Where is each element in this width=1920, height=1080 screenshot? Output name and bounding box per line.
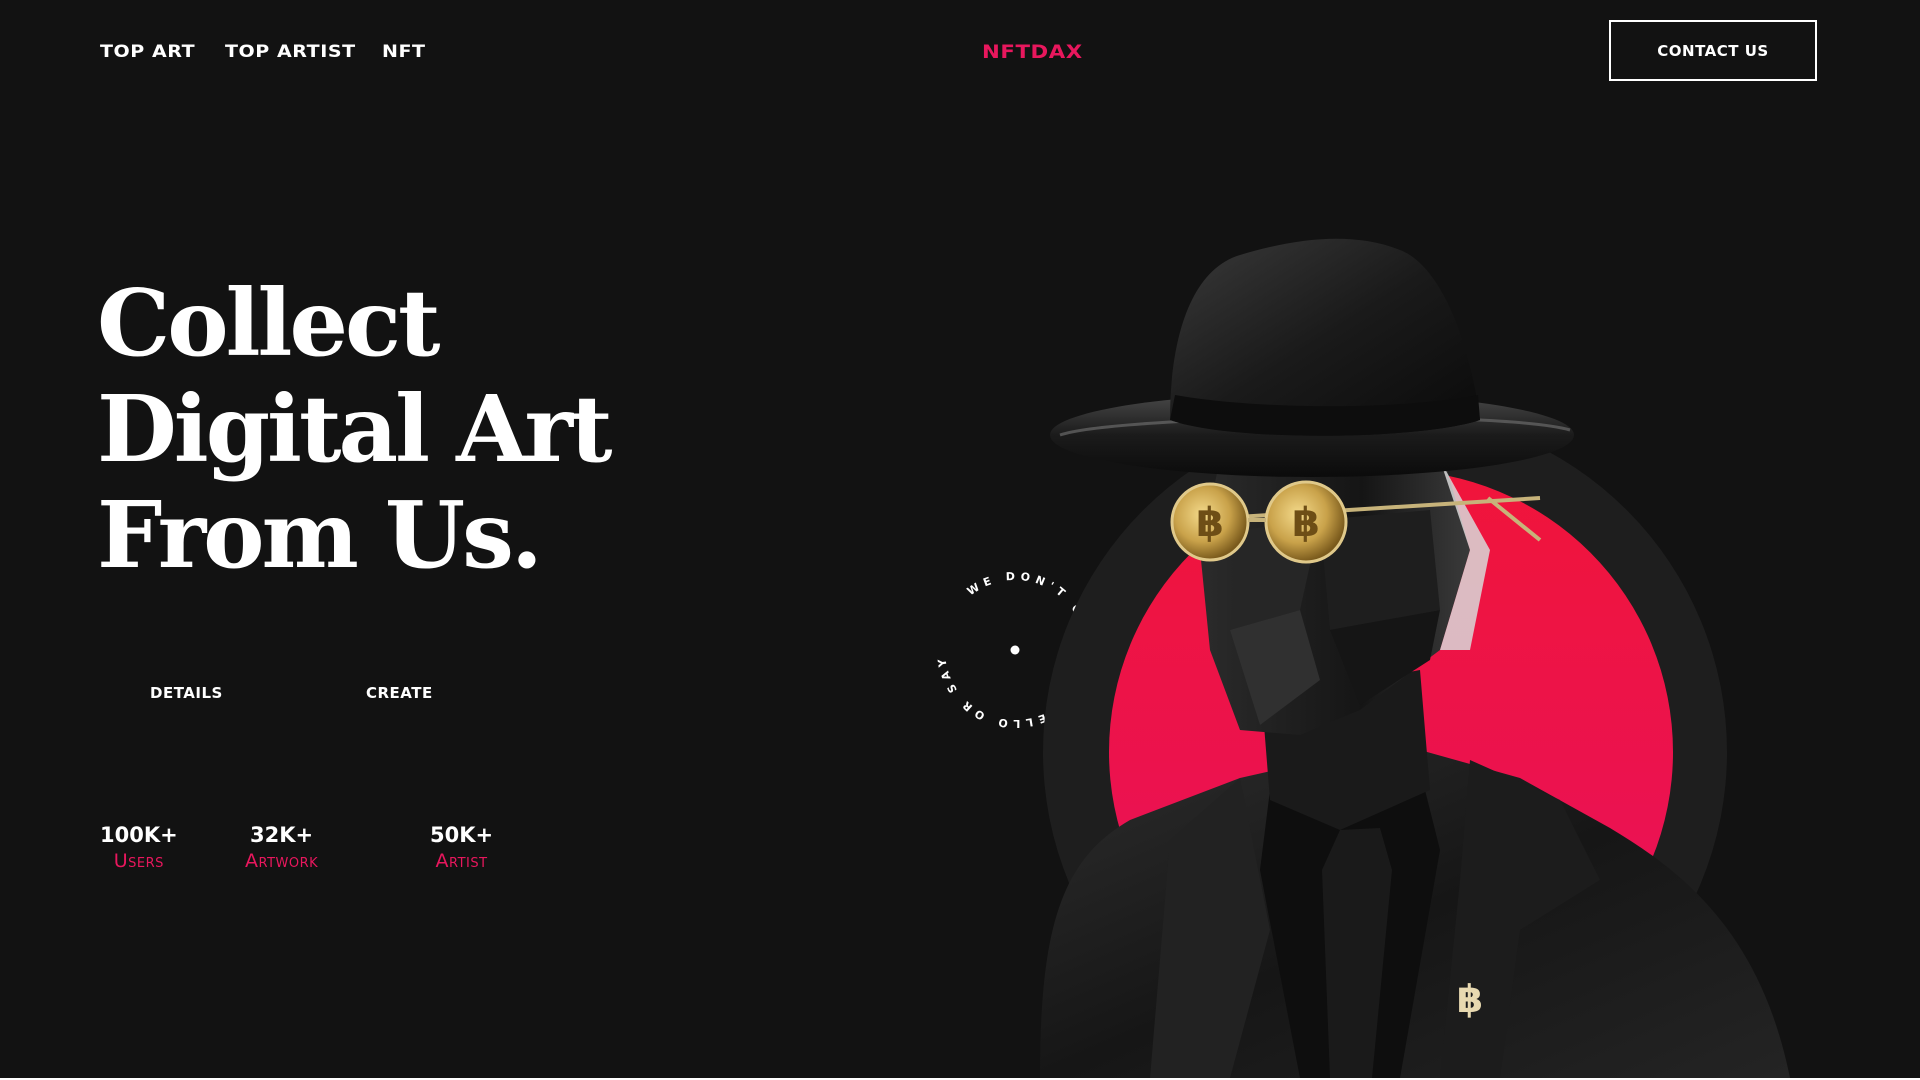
faceless-figure-illustration: ฿ ฿ ฿ [1040,238,1790,1078]
stat-label: Users [113,850,164,872]
hero-title-line: From Us. [97,481,543,589]
stat-label: Artist [435,850,488,872]
stat-artist: 50K+ Artist [430,822,493,874]
nav-top-artist[interactable]: TOP ARTIST [225,42,356,62]
stat-label: Artwork [245,850,319,872]
stat-value: 50K+ [430,823,494,847]
stat-artwork: 32K+ Artwork [245,822,318,874]
brand-logo[interactable]: NFTDAX [982,41,1083,63]
hero-title: Collect Digital Art From Us. [97,269,612,589]
hero-artwork: ฿ ฿ ฿ [1000,230,1900,1078]
nav-nft[interactable]: NFT [382,42,426,62]
details-button[interactable]: DETAILS [150,684,223,702]
landing-page: TOP ART TOP ARTIST NFT NFTDAX CONTACT US… [0,0,1920,1078]
bitcoin-lens-symbol: ฿ [1292,500,1320,546]
contact-us-button[interactable]: CONTACT US [1609,20,1817,81]
stat-value: 32K+ [250,823,314,847]
hero-title-line: Digital Art [97,375,612,483]
hero-title-line: Collect [97,269,441,377]
stat-users: 100K+ Users [100,822,178,874]
bitcoin-pin-icon: ฿ [1457,977,1483,1021]
create-button[interactable]: CREATE [366,684,433,702]
main-nav: TOP ART TOP ARTIST NFT [100,42,425,62]
bitcoin-lens-symbol: ฿ [1196,500,1224,546]
stat-value: 100K+ [100,823,178,847]
nav-top-art[interactable]: TOP ART [100,42,195,62]
